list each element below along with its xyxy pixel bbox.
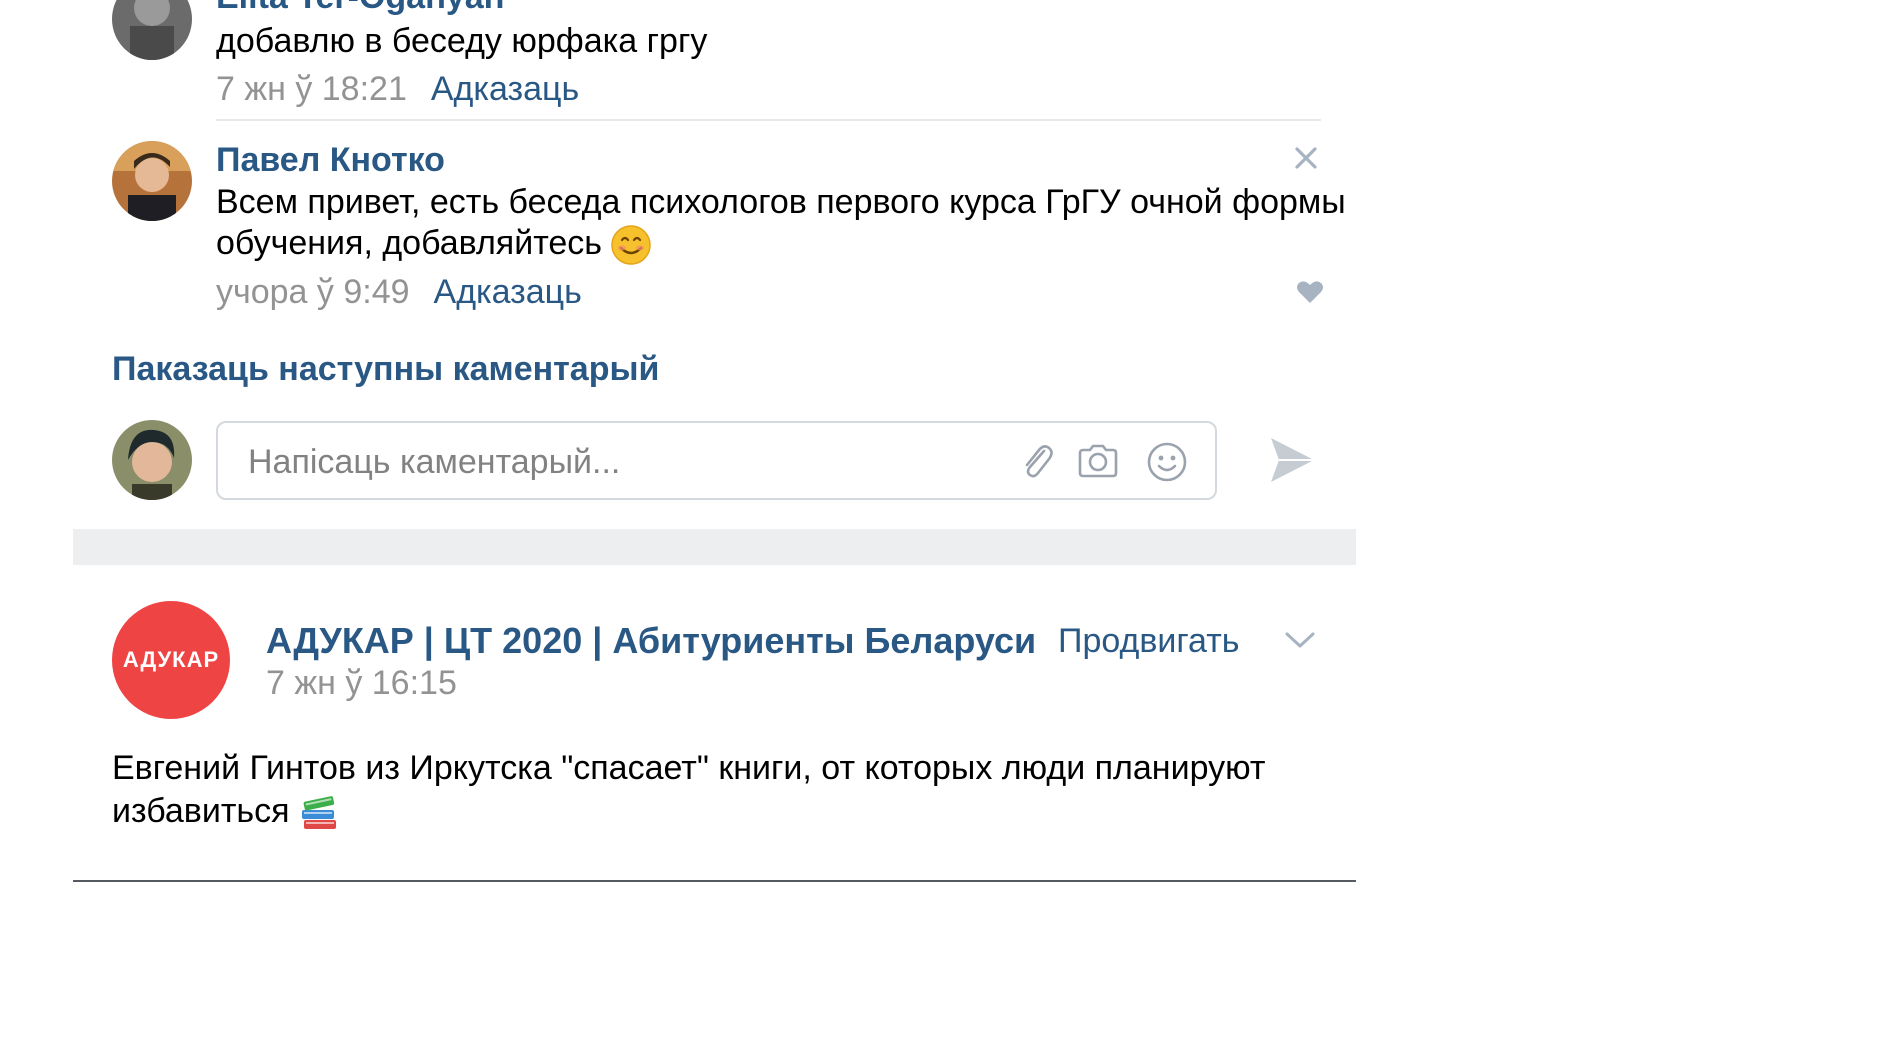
my-avatar <box>112 420 192 500</box>
reply-link-1[interactable]: Адказаць <box>431 70 579 108</box>
avatar-photo-icon <box>112 0 192 60</box>
comment-text-2-line2: обучения, добавляйтесь <box>216 218 652 268</box>
smile-icon[interactable] <box>1146 441 1188 483</box>
comment-meta-2: учора ў 9:49 Адказаць <box>216 273 582 312</box>
comment-author-2[interactable]: Павел Кнотко <box>216 141 445 180</box>
group-logo[interactable]: АДУКАР <box>112 601 230 719</box>
smiling-face-emoji <box>610 224 652 266</box>
comment-date-1: 7 жн ў 18:21 <box>216 70 407 108</box>
comment-text-1: добавлю в беседу юрфака гргу <box>216 22 708 60</box>
comment-author-1[interactable]: Elita Ter-Oganyan <box>216 0 504 17</box>
feed-page: Elita Ter-Oganyan добавлю в беседу юрфак… <box>0 0 1880 1060</box>
reply-link-2[interactable]: Адказаць <box>434 273 582 311</box>
close-icon[interactable] <box>1294 146 1318 170</box>
comment-divider <box>216 119 1321 121</box>
promote-button[interactable]: Продвигать <box>1058 622 1240 661</box>
post-text-line2-text: избавиться <box>112 792 290 830</box>
group-logo-text: АДУКАР <box>122 647 220 672</box>
comment-date-2: учора ў 9:49 <box>216 273 410 311</box>
post-separator <box>73 529 1356 565</box>
heart-icon[interactable] <box>1296 280 1324 304</box>
comment-text-2-line2-text: обучения, добавляйтесь <box>216 224 603 262</box>
post-text-line2: избавиться <box>112 785 340 837</box>
comment-input[interactable] <box>246 437 990 487</box>
chevron-down-icon[interactable] <box>1284 630 1316 650</box>
post-date[interactable]: 7 жн ў 16:15 <box>266 664 457 703</box>
send-icon[interactable] <box>1268 435 1316 485</box>
comment-input-box[interactable] <box>216 421 1217 500</box>
camera-icon[interactable] <box>1076 441 1120 481</box>
paperclip-icon[interactable] <box>1016 441 1056 481</box>
comment-meta-1: 7 жн ў 18:21 Адказаць <box>216 70 579 109</box>
show-next-comment-link[interactable]: Паказаць наступны каментарый <box>112 350 659 389</box>
books-emoji <box>298 792 340 834</box>
commenter-avatar-2[interactable] <box>112 141 192 221</box>
avatar-photo-icon <box>112 420 192 500</box>
post-bottom-border <box>73 880 1356 882</box>
avatar-photo-icon <box>112 141 192 221</box>
commenter-avatar-1[interactable] <box>112 0 192 60</box>
group-name-link[interactable]: АДУКАР | ЦТ 2020 | Абитуриенты Беларуси <box>266 620 1036 662</box>
